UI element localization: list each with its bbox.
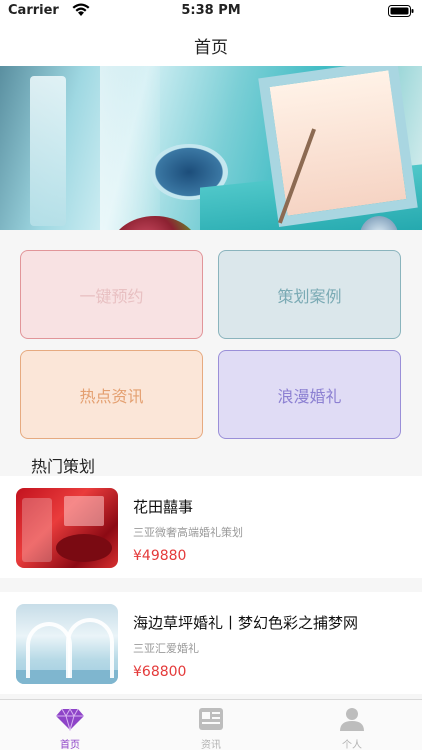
- hero-banner-image[interactable]: [0, 66, 422, 230]
- page-title: 首页: [194, 38, 228, 58]
- plan-price: ¥68800: [133, 664, 187, 680]
- tab-label: 资讯: [201, 740, 221, 750]
- plan-price: ¥49880: [133, 548, 187, 564]
- navigation-bar: 首页: [0, 22, 422, 66]
- status-time: 5:38 PM: [181, 3, 241, 18]
- banner-frame: [258, 66, 418, 228]
- plan-name: 花田囍事: [133, 498, 194, 516]
- tab-home[interactable]: 首页: [0, 700, 140, 750]
- thumb-decor: [66, 618, 114, 678]
- plan-thumbnail: [16, 488, 118, 568]
- banner-curtain: [100, 66, 160, 230]
- section-title: 热门策划: [31, 457, 96, 476]
- plan-card[interactable]: 海边草坪婚礼丨梦幻色彩之捕梦网 三亚汇爱婚礼 ¥68800: [0, 592, 422, 694]
- tab-profile[interactable]: 个人: [282, 700, 422, 750]
- quick-action-wedding[interactable]: 浪漫婚礼: [218, 350, 401, 439]
- diamond-icon: [56, 707, 84, 731]
- battery-icon: [388, 5, 414, 17]
- tab-label: 首页: [60, 740, 80, 750]
- news-icon: [199, 708, 223, 730]
- quick-action-cases[interactable]: 策划案例: [218, 250, 401, 339]
- plan-description: 三亚微奢高端婚礼策划: [133, 526, 243, 539]
- plan-name: 海边草坪婚礼丨梦幻色彩之捕梦网: [133, 614, 359, 632]
- thumb-decor: [22, 498, 52, 562]
- status-bar: Carrier 5:38 PM: [0, 0, 422, 22]
- tab-news[interactable]: 资讯: [141, 700, 281, 750]
- tab-bar: 首页 资讯 个人: [0, 699, 422, 750]
- banner-pillar: [30, 76, 66, 226]
- quick-action-book[interactable]: 一键预约: [20, 250, 203, 339]
- plan-card[interactable]: 花田囍事 三亚微奢高端婚礼策划 ¥49880: [0, 476, 422, 578]
- quick-action-grid: 一键预约 策划案例 热点资讯 浪漫婚礼: [0, 230, 422, 476]
- thumb-decor: [56, 534, 112, 562]
- plan-description: 三亚汇爱婚礼: [133, 642, 199, 655]
- thumb-decor: [64, 496, 104, 526]
- person-icon: [340, 708, 364, 731]
- quick-action-news[interactable]: 热点资讯: [20, 350, 203, 439]
- tab-label: 个人: [342, 740, 362, 750]
- plan-thumbnail: [16, 604, 118, 684]
